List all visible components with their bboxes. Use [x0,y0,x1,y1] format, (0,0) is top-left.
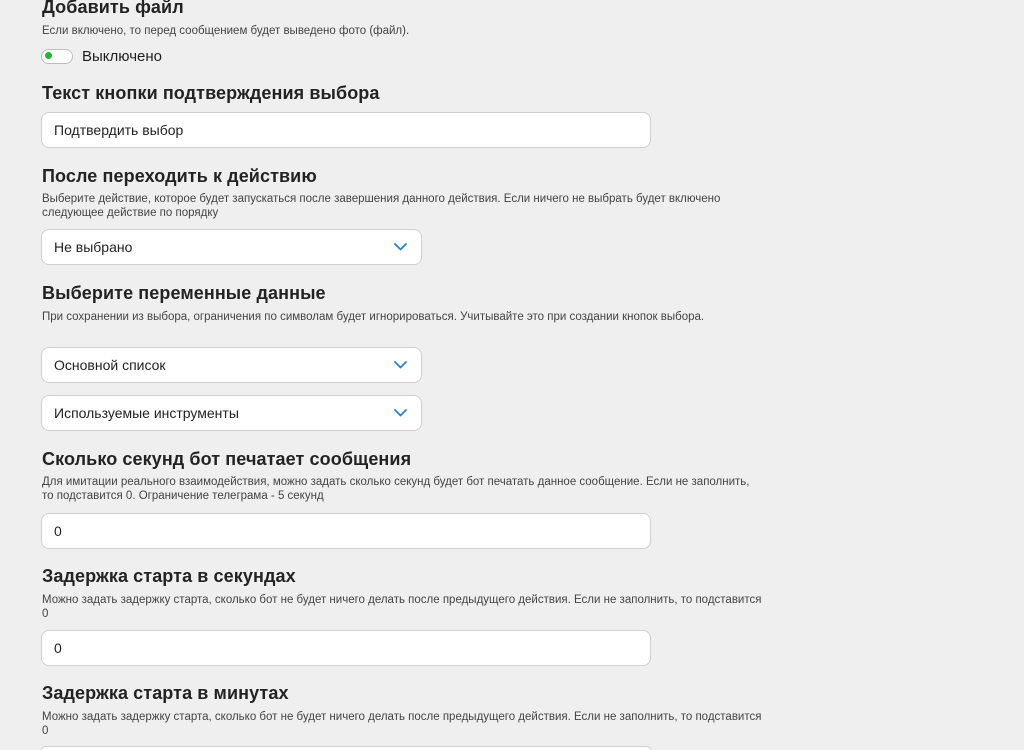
variables-select-main-list[interactable]: Основной список [41,347,422,383]
toggle-knob [45,52,52,59]
file-toggle[interactable] [41,48,73,64]
chevron-down-icon [393,240,407,254]
delay-seconds-section-description: Можно задать задержку старта, сколько бо… [42,594,762,620]
delay-seconds-section-title: Задержка старта в секундах [42,566,296,586]
variables-section-description: При сохранении из выбора, ограничения по… [42,311,705,323]
delay-minutes-field[interactable] [41,746,651,750]
file-section-description: Если включено, то перед сообщением будет… [42,25,410,37]
next-action-section-description: Выберите действие, которое будет запуска… [42,193,721,219]
variables-select-main-list-value: Основной список [54,357,166,373]
file-toggle-label: Выключено [82,47,162,65]
file-section-title: Добавить файл [42,0,184,17]
chevron-down-icon [393,358,407,372]
file-toggle-row[interactable]: Выключено [41,47,162,65]
next-action-select-value: Не выбрано [54,239,133,255]
typing-section-title: Сколько секунд бот печатает сообщения [42,449,412,469]
typing-seconds-input[interactable] [54,523,638,539]
confirm-button-text-input[interactable] [54,122,638,138]
action-settings-form: Добавить файл Если включено, то перед со… [0,0,1024,750]
delay-seconds-field[interactable] [41,630,651,666]
chevron-down-icon [393,406,407,420]
typing-seconds-field[interactable] [41,513,651,549]
variables-select-tools[interactable]: Используемые инструменты [41,395,422,431]
delay-minutes-section-description: Можно задать задержку старта, сколько бо… [42,711,762,737]
confirm-button-text-field[interactable] [41,112,651,148]
next-action-select[interactable]: Не выбрано [41,229,422,265]
variables-select-tools-value: Используемые инструменты [54,405,239,421]
delay-seconds-input[interactable] [54,640,638,656]
next-action-section-title: После переходить к действию [42,166,317,186]
confirm-button-section-title: Текст кнопки подтверждения выбора [42,83,380,103]
delay-minutes-section-title: Задержка старта в минутах [42,683,289,703]
variables-section-title: Выберите переменные данные [42,283,326,303]
typing-section-description: Для имитации реального взаимодействия, м… [42,476,750,502]
